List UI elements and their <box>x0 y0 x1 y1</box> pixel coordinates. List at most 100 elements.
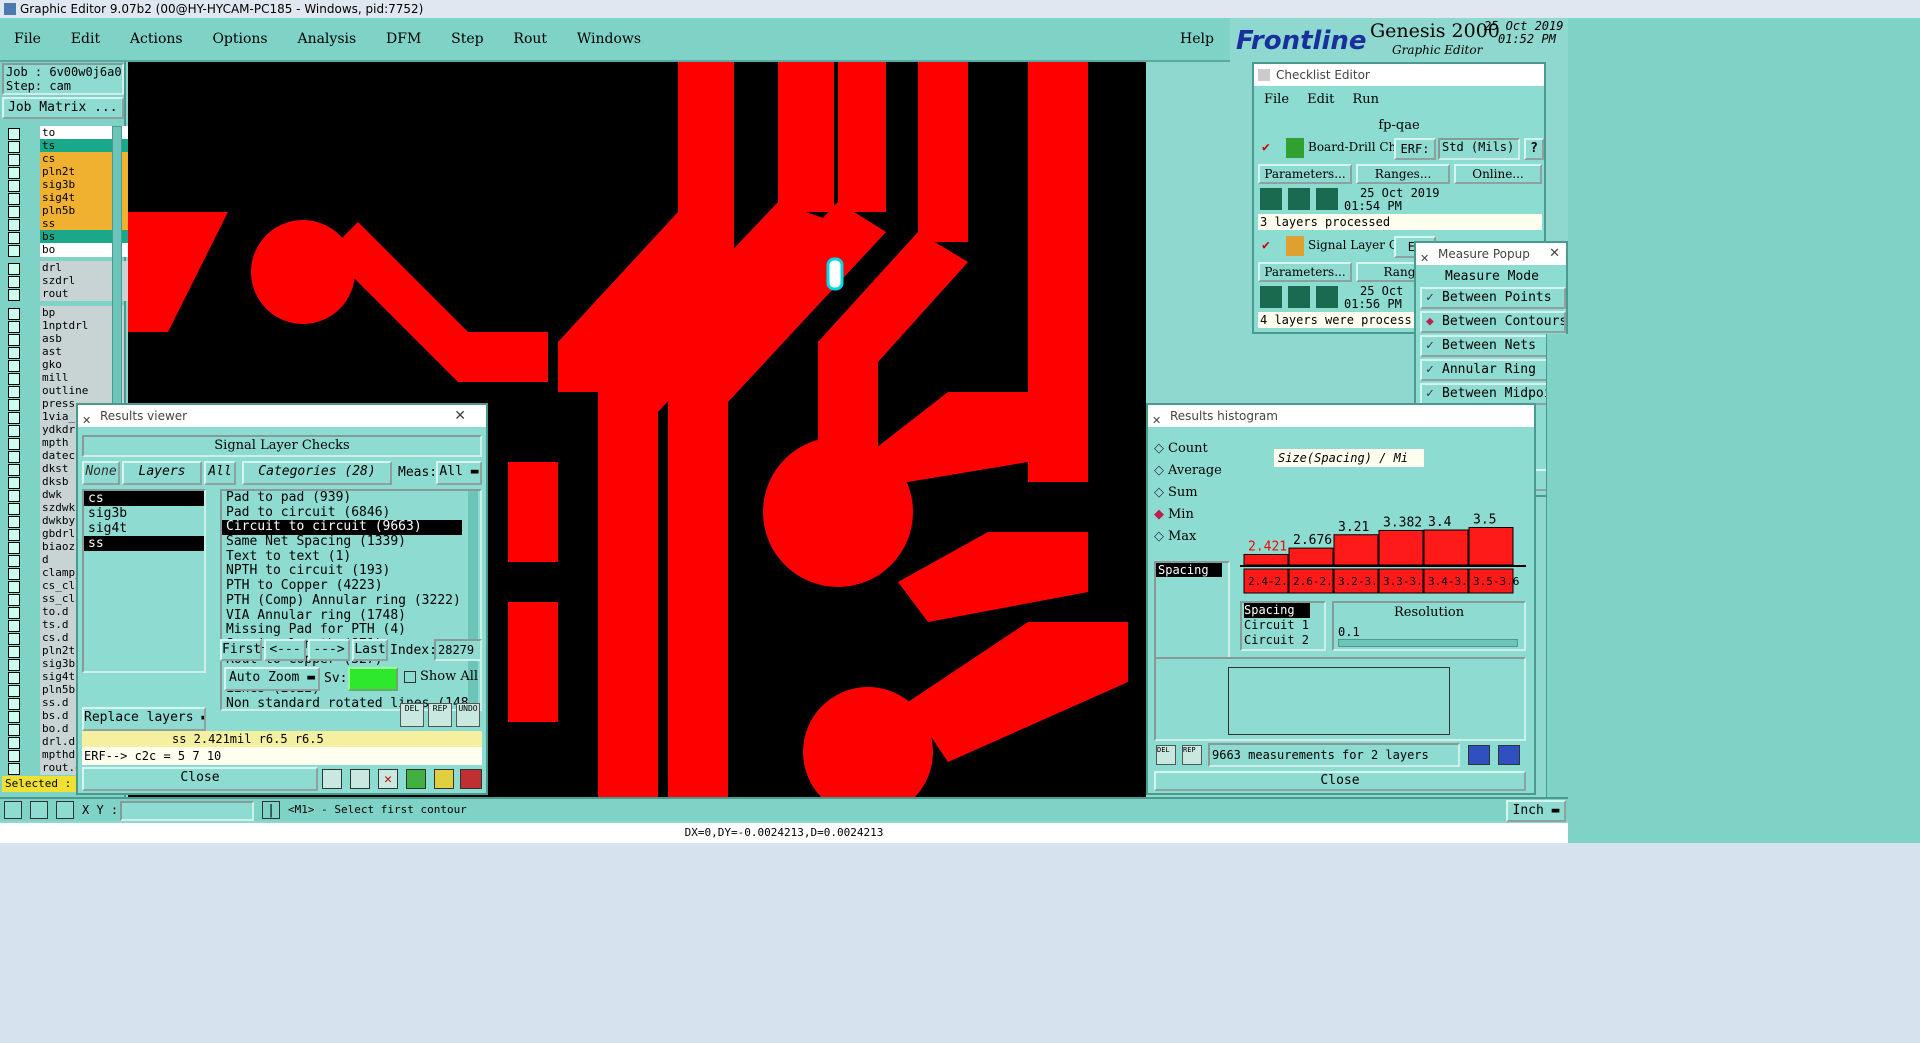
result-layer-item[interactable]: cs <box>84 491 204 506</box>
units-dropdown[interactable]: Inch ▬ <box>1506 800 1566 822</box>
sel-circuit-2[interactable]: Circuit 2 <box>1244 633 1324 648</box>
category-item[interactable]: Circuit to circuit (9663) <box>222 520 462 536</box>
category-item[interactable]: Same Net Spacing (1339) <box>222 534 462 550</box>
histogram-mode-option[interactable]: ◇ Max <box>1154 529 1234 549</box>
category-item[interactable]: PTH to Copper (4223) <box>222 578 462 594</box>
category-item[interactable]: Pad to circuit (6846) <box>222 505 462 521</box>
histogram-mode-option[interactable]: ◇ Average <box>1154 463 1234 483</box>
xy-input[interactable] <box>120 801 254 821</box>
layer-checkbox[interactable] <box>8 289 20 301</box>
histogram-mode-option[interactable]: ◇ Count <box>1154 441 1234 461</box>
checklist-menu-run[interactable]: Run <box>1353 92 1380 107</box>
show-all-checkbox[interactable] <box>404 671 416 683</box>
erf-model[interactable]: Std (Mils) <box>1438 138 1520 160</box>
menu-step[interactable]: Step <box>451 31 483 47</box>
measure-mode-item[interactable]: ◆ Between Contours <box>1420 311 1566 333</box>
results-close-button[interactable]: Close <box>82 767 318 791</box>
report-icon[interactable] <box>434 769 454 789</box>
category-item[interactable]: PTH (Comp) Annular ring (3222) <box>222 593 462 609</box>
none-button[interactable]: None <box>82 461 120 485</box>
severity-color-dropdown[interactable] <box>348 667 398 691</box>
next-button[interactable]: ---> <box>308 639 350 661</box>
histogram-mode-option[interactable]: ◆ Min <box>1154 507 1234 527</box>
last-button[interactable]: Last <box>352 639 388 661</box>
delete-icon[interactable]: DEL <box>400 703 424 727</box>
pause-icon[interactable]: | <box>262 801 280 819</box>
measure-mode-item[interactable]: ✓ Between Midpoints <box>1420 383 1566 405</box>
rep-icon[interactable]: REP <box>1182 745 1202 765</box>
histogram-mode-option[interactable]: ◇ Sum <box>1154 485 1234 505</box>
erf-button[interactable]: ERF: <box>1394 138 1436 160</box>
sel-spacing[interactable]: Spacing <box>1244 603 1310 618</box>
layer-checkbox[interactable] <box>8 763 20 775</box>
menu-actions[interactable]: Actions <box>130 31 183 47</box>
category-item[interactable]: Missing Pad for PTH (4) <box>222 622 462 638</box>
all-button[interactable]: All <box>204 461 236 485</box>
measure-mode-item[interactable]: ✓ Between Points <box>1420 287 1566 309</box>
menu-edit[interactable]: Edit <box>71 31 100 47</box>
first-button[interactable]: First <box>220 639 262 661</box>
category-item[interactable]: Non standard rotated lines (148) <box>222 696 476 712</box>
checklist-menu-file[interactable]: File <box>1264 92 1289 107</box>
menu-dfm[interactable]: DFM <box>386 31 421 47</box>
menu-rout[interactable]: Rout <box>513 31 547 47</box>
menu-file[interactable]: File <box>14 31 41 47</box>
tool-icon[interactable] <box>350 769 370 789</box>
result-layer-item[interactable]: sig3b <box>84 506 204 521</box>
histogram-bar[interactable] <box>1243 553 1289 566</box>
tool-icon[interactable] <box>4 801 22 819</box>
sel-circuit-1[interactable]: Circuit 1 <box>1244 618 1324 633</box>
chart-icon[interactable] <box>460 769 482 789</box>
menu-analysis[interactable]: Analysis <box>297 31 356 47</box>
result-layer-item[interactable]: ss <box>84 536 204 551</box>
histogram-selection-list[interactable]: Spacing Circuit 1 Circuit 2 <box>1240 601 1326 651</box>
run-icon[interactable] <box>1288 286 1310 308</box>
category-item[interactable]: VIA Annular ring (1748) <box>222 608 462 624</box>
run-icon[interactable] <box>1260 286 1282 308</box>
measure-mode-item[interactable]: ✓ Between Nets <box>1420 335 1566 357</box>
prev-button[interactable]: <--- <box>264 639 306 661</box>
close-icon[interactable]: ✕ <box>454 405 466 427</box>
histogram-bar[interactable] <box>1468 527 1514 566</box>
meas-dropdown[interactable]: All ▬ <box>436 461 482 485</box>
parameters-button[interactable]: Parameters... <box>1258 262 1352 282</box>
chart-icon[interactable] <box>1468 745 1490 765</box>
run-icon[interactable] <box>1260 188 1282 210</box>
type-spacing[interactable]: Spacing <box>1156 563 1222 577</box>
help-button[interactable]: ? <box>1524 138 1544 160</box>
auto-zoom-dropdown[interactable]: Auto Zoom ▬ <box>224 667 320 691</box>
undo-icon[interactable]: UNDO <box>456 703 480 727</box>
categories-button[interactable]: Categories (28) <box>242 461 392 485</box>
cancel-icon[interactable]: ✕ <box>378 769 398 789</box>
delete-icon[interactable]: DEL <box>1156 745 1176 765</box>
run-icon[interactable] <box>1316 286 1338 308</box>
grid-icon[interactable] <box>56 801 74 819</box>
tool-icon[interactable] <box>30 801 48 819</box>
tool-icon[interactable] <box>406 769 426 789</box>
ranges-button[interactable]: Ranges... <box>1356 164 1450 184</box>
layer-checkbox[interactable] <box>8 245 20 257</box>
job-matrix-button[interactable]: Job Matrix ... <box>2 97 124 119</box>
layers-button[interactable]: Layers <box>122 461 202 485</box>
index-input[interactable]: 28279 <box>434 639 482 661</box>
checklist-menu-edit[interactable]: Edit <box>1307 92 1334 107</box>
online-button[interactable]: Online... <box>1454 164 1542 184</box>
measure-mode-item[interactable]: ✓ Annular Ring <box>1420 359 1566 381</box>
histogram-bar[interactable] <box>1333 534 1379 566</box>
histogram-bar[interactable] <box>1378 529 1424 566</box>
menu-windows[interactable]: Windows <box>577 31 641 47</box>
category-item[interactable]: Text to text (1) <box>222 549 462 565</box>
result-layers-list[interactable]: cs sig3b sig4t ss <box>82 489 206 673</box>
check-enabled-icon[interactable]: ✔ <box>1262 238 1270 253</box>
check-enabled-icon[interactable]: ✔ <box>1262 140 1270 155</box>
category-item[interactable]: Pad to pad (939) <box>222 490 462 506</box>
menu-help[interactable]: Help <box>1180 31 1214 47</box>
chart-icon[interactable] <box>1498 745 1520 765</box>
menu-options[interactable]: Options <box>212 31 267 47</box>
layer-row[interactable]: rout <box>6 287 128 302</box>
close-icon[interactable]: ✕ <box>1549 243 1560 265</box>
parameters-button[interactable]: Parameters... <box>1258 164 1352 184</box>
run-icon[interactable] <box>1316 188 1338 210</box>
replace-layers-button[interactable]: Replace layers ▬ <box>82 707 206 731</box>
resolution-slider[interactable] <box>1338 639 1518 647</box>
